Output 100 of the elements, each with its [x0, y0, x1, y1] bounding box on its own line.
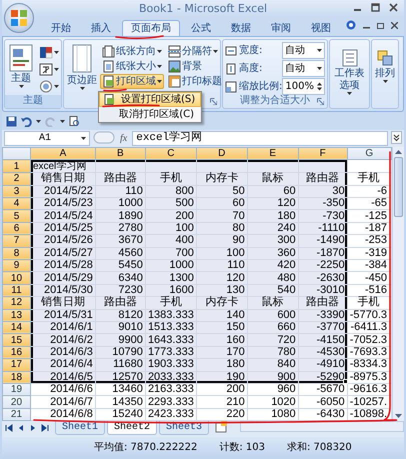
- table-cell[interactable]: 700: [145, 247, 196, 260]
- fill-handle[interactable]: [342, 378, 348, 384]
- table-cell[interactable]: 240: [247, 222, 298, 235]
- insert-function-button[interactable]: fx: [118, 130, 130, 146]
- ribbon-tab[interactable]: 数据: [222, 20, 260, 36]
- table-cell[interactable]: 220: [196, 408, 248, 421]
- table-cell[interactable]: 路由器: [95, 172, 146, 186]
- row-header[interactable]: 4: [2, 198, 30, 210]
- help-icon[interactable]: [346, 20, 356, 30]
- table-cell[interactable]: 960: [247, 383, 298, 396]
- table-cell[interactable]: [95, 160, 146, 173]
- table-cell[interactable]: 140: [196, 309, 248, 322]
- table-cell[interactable]: 销售日期: [30, 296, 96, 310]
- table-cell[interactable]: 60: [196, 198, 248, 210]
- table-cell[interactable]: 2780: [95, 222, 146, 235]
- last-sheet-icon[interactable]: [41, 424, 49, 432]
- menu-item[interactable]: 取消打印区域(C): [99, 107, 201, 122]
- table-cell[interactable]: -2630: [298, 272, 348, 284]
- table-cell[interactable]: 1890: [95, 210, 146, 222]
- table-cell[interactable]: 400: [145, 234, 196, 248]
- row-header[interactable]: 9: [2, 260, 30, 272]
- table-cell[interactable]: 900: [247, 371, 298, 384]
- table-cell[interactable]: 840: [247, 358, 298, 372]
- table-cell[interactable]: 内存卡: [196, 296, 248, 310]
- table-cell[interactable]: 120: [196, 272, 248, 284]
- row-header[interactable]: 21: [2, 408, 30, 421]
- close-icon[interactable]: [389, 3, 398, 12]
- table-cell[interactable]: 1000: [95, 198, 146, 210]
- table-cell[interactable]: 150: [196, 321, 248, 334]
- row-header[interactable]: 12: [2, 296, 30, 310]
- menu-item[interactable]: 设置打印区域(S): [99, 92, 201, 107]
- table-cell[interactable]: 2014/5/28: [30, 260, 96, 272]
- table-cell[interactable]: 540: [247, 284, 298, 297]
- table-cell[interactable]: 130: [196, 284, 248, 297]
- table-cell[interactable]: 2014/5/30: [30, 284, 96, 297]
- table-cell[interactable]: 内存卡: [196, 172, 248, 186]
- save-icon[interactable]: [6, 116, 17, 127]
- name-box[interactable]: A1: [4, 130, 90, 146]
- table-cell[interactable]: 90: [196, 234, 248, 248]
- table-cell[interactable]: 鼠标: [247, 296, 298, 310]
- table-cell[interactable]: 1080: [247, 408, 298, 421]
- table-cell[interactable]: 2014/6/6: [30, 383, 96, 396]
- table-cell[interactable]: 手机: [145, 296, 196, 310]
- table-cell[interactable]: -730: [298, 210, 348, 222]
- table-cell[interactable]: [247, 160, 298, 173]
- row-header[interactable]: 5: [2, 210, 30, 222]
- table-cell[interactable]: 2014/5/26: [30, 234, 96, 248]
- table-cell[interactable]: [145, 160, 196, 173]
- column-header[interactable]: G: [347, 147, 392, 160]
- table-cell[interactable]: 2014/5/23: [30, 198, 96, 210]
- table-cell[interactable]: 190: [196, 371, 248, 384]
- row-header[interactable]: 6: [2, 222, 30, 235]
- table-cell[interactable]: -350: [298, 198, 348, 210]
- column-header[interactable]: F: [298, 147, 348, 160]
- table-cell[interactable]: 1300: [145, 272, 196, 284]
- row-header[interactable]: 1: [2, 160, 30, 173]
- table-cell[interactable]: 3670: [95, 234, 146, 248]
- table-cell[interactable]: [298, 160, 348, 173]
- table-cell[interactable]: 110: [95, 185, 146, 198]
- table-cell[interactable]: 720: [247, 334, 298, 346]
- table-cell[interactable]: 2163.333: [145, 383, 196, 396]
- table-cell[interactable]: 2293.333: [145, 396, 196, 408]
- row-header[interactable]: 13: [2, 309, 30, 322]
- table-cell[interactable]: 15240: [95, 408, 146, 421]
- table-cell[interactable]: 2014/5/29: [30, 272, 96, 284]
- row-header[interactable]: 20: [2, 396, 30, 408]
- table-cell[interactable]: 2014/6/1: [30, 321, 96, 334]
- spinner-field[interactable]: 100%: [282, 78, 325, 96]
- table-cell[interactable]: 1773.333: [145, 346, 196, 359]
- table-cell[interactable]: 手机: [145, 172, 196, 186]
- table-cell[interactable]: 120: [247, 198, 298, 210]
- table-cell[interactable]: 420: [247, 260, 298, 272]
- table-cell[interactable]: 13460: [95, 383, 146, 396]
- table-cell[interactable]: 660: [247, 321, 298, 334]
- table-cell[interactable]: -4150: [298, 334, 348, 346]
- table-cell[interactable]: 1903.333: [145, 358, 196, 372]
- themes-button[interactable]: 主题: [7, 44, 35, 96]
- table-cell[interactable]: 300: [247, 234, 298, 248]
- table-cell[interactable]: 2014/5/27: [30, 247, 96, 260]
- table-cell[interactable]: 110: [196, 260, 248, 272]
- table-cell[interactable]: -3390: [298, 309, 348, 322]
- table-cell[interactable]: 160: [196, 334, 248, 346]
- table-cell[interactable]: 600: [247, 309, 298, 322]
- table-cell[interactable]: 30: [298, 185, 348, 198]
- column-header[interactable]: A: [30, 147, 96, 160]
- table-cell[interactable]: 480: [247, 272, 298, 284]
- table-cell[interactable]: 7230: [95, 284, 146, 297]
- scroll-thumb[interactable]: [394, 156, 403, 217]
- table-cell[interactable]: [196, 160, 248, 173]
- table-cell[interactable]: 500: [145, 198, 196, 210]
- column-header[interactable]: B: [95, 147, 146, 160]
- undo-icon[interactable]: [21, 116, 32, 127]
- row-header[interactable]: 11: [2, 284, 30, 297]
- ribbon-button[interactable]: 分隔符: [166, 44, 224, 60]
- table-cell[interactable]: 2014/6/2: [30, 334, 96, 346]
- table-cell[interactable]: 1513.333: [145, 321, 196, 334]
- table-cell[interactable]: 12570: [95, 371, 146, 384]
- table-cell[interactable]: 2014/5/25: [30, 222, 96, 235]
- ribbon-tab[interactable]: 开始: [42, 20, 80, 36]
- table-cell[interactable]: 50: [196, 185, 248, 198]
